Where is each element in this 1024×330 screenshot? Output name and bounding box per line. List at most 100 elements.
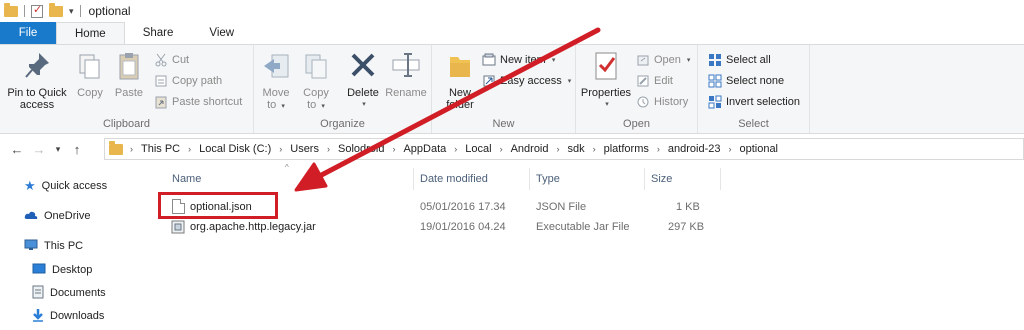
new-folder-label-2: folder [446,99,474,111]
invert-selection-label: Invert selection [726,96,800,108]
nav-this-pc[interactable]: This PC [24,236,83,256]
paste-button[interactable]: Paste [112,49,146,99]
breadcrumb-separator: › [556,144,560,154]
breadcrumb-sdk[interactable]: sdk [563,143,590,155]
column-divider[interactable] [413,168,414,190]
easy-access-label: Easy access [500,75,562,87]
select-none-button[interactable]: Select none [708,71,784,91]
cut-label: Cut [172,54,190,66]
nav-quick-access[interactable]: ★ Quick access [24,176,107,196]
nav-downloads[interactable]: Downloads [32,306,104,326]
open-icon [636,53,650,67]
organize-group-label: Organize [320,118,365,130]
history-button[interactable]: History [636,92,688,112]
select-all-icon [708,53,722,67]
nav-desktop[interactable]: Desktop [32,260,92,280]
tab-view[interactable]: View [191,22,252,44]
breadcrumb-separator: › [279,144,283,154]
clipboard-group-label: Clipboard [102,118,151,130]
new-item-button[interactable]: New item ▾ [482,50,555,70]
file-size: 297 KB [668,221,705,233]
properties-caret: ▾ [605,101,609,108]
file-name: org.apache.http.legacy.jar [190,221,316,233]
window-title: optional [88,4,131,18]
history-icon [636,95,650,109]
new-folder-label-1: New [448,87,471,99]
cut-button[interactable]: Cut [154,50,189,70]
column-divider[interactable] [644,168,645,190]
copy-path-button[interactable]: Copy path [154,71,222,91]
new-group: New folder New item ▾ Easy access ▾ New [432,45,576,133]
move-to-button[interactable]: Move to ▾ [260,49,292,113]
properties-button[interactable]: Properties ▾ [580,49,632,111]
nav-documents[interactable]: Documents [32,283,106,303]
rename-button[interactable]: Rename [385,49,427,99]
new-folder-icon[interactable] [49,2,63,17]
column-divider[interactable] [720,168,721,190]
column-header-date[interactable]: Date modified [420,168,488,190]
recent-locations-icon[interactable]: ▾ [50,144,66,155]
breadcrumb-separator: › [188,144,192,154]
breadcrumb-platforms[interactable]: platforms [599,143,654,155]
edit-label: Edit [654,75,673,87]
nav-onedrive[interactable]: OneDrive [24,206,90,226]
column-header-size[interactable]: Size [651,168,672,190]
column-header-name[interactable]: Name [172,168,201,190]
column-divider[interactable] [529,168,530,190]
paste-label: Paste [114,87,144,99]
tab-share[interactable]: Share [125,22,192,44]
scissors-icon [154,53,168,67]
highlight-box [158,192,278,219]
select-none-label: Select none [726,75,785,87]
edit-button[interactable]: Edit [636,71,673,91]
pin-label-2: access [19,99,55,111]
forward-arrow-icon[interactable]: → [28,142,50,157]
breadcrumb-android[interactable]: Android [506,143,554,155]
paste-shortcut-button[interactable]: Paste shortcut [154,92,242,112]
breadcrumb-this-pc[interactable]: This PC [136,143,185,155]
tab-file[interactable]: File [0,22,56,44]
breadcrumb-appdata[interactable]: AppData [398,143,451,155]
move-to-label-1: Move [262,87,290,99]
invert-selection-icon [708,95,722,109]
properties-icon[interactable] [31,3,43,18]
delete-button[interactable]: Delete ▾ [346,49,380,111]
back-arrow-icon[interactable]: ← [6,142,28,157]
pin-to-quick-access-button[interactable]: Pin to Quick access [4,49,70,111]
separator [24,5,25,17]
customize-toolbar-icon[interactable]: ▾ [69,6,74,17]
breadcrumb-users[interactable]: Users [285,143,324,155]
column-header-type[interactable]: Type [536,168,560,190]
breadcrumb-local[interactable]: Local [460,143,496,155]
up-arrow-icon[interactable]: ↑ [66,142,88,157]
breadcrumb-android-23[interactable]: android-23 [663,143,726,155]
copy-to-button[interactable]: Copy to ▾ [300,49,332,113]
table-row[interactable]: org.apache.http.legacy.jar 19/01/2016 04… [160,216,720,238]
breadcrumb-optional[interactable]: optional [734,143,783,155]
copy-button[interactable]: Copy [74,49,106,99]
breadcrumb-separator: › [728,144,732,154]
computer-icon [24,239,38,254]
rename-icon [390,49,422,83]
open-caret: ▾ [686,57,691,64]
nav-onedrive-label: OneDrive [44,210,91,222]
ribbon: Pin to Quick access Copy Paste Cut Copy … [0,44,1024,134]
easy-access-button[interactable]: Easy access ▾ [482,71,571,91]
breadcrumb-local-disk[interactable]: Local Disk (C:) [194,143,276,155]
organize-group: Move to ▾ Copy to ▾ Delete ▾ Rename Orga… [254,45,432,133]
properties-icon [590,49,622,83]
tab-home[interactable]: Home [56,22,125,44]
invert-selection-button[interactable]: Invert selection [708,92,800,112]
breadcrumb-separator: › [592,144,596,154]
address-bar[interactable]: › This PC › Local Disk (C:) › Users › So… [104,138,1024,160]
breadcrumb-user[interactable]: Solodroid [333,143,389,155]
breadcrumb-separator: › [326,144,330,154]
nav-quick-access-label: Quick access [41,180,108,192]
breadcrumb-separator: › [499,144,503,154]
nav-this-pc-label: This PC [44,240,84,252]
breadcrumb-separator: › [130,144,133,154]
select-group-label: Select [738,118,769,130]
new-folder-button[interactable]: New folder [440,49,480,111]
select-all-button[interactable]: Select all [708,50,771,70]
open-button[interactable]: Open ▾ [636,50,690,70]
